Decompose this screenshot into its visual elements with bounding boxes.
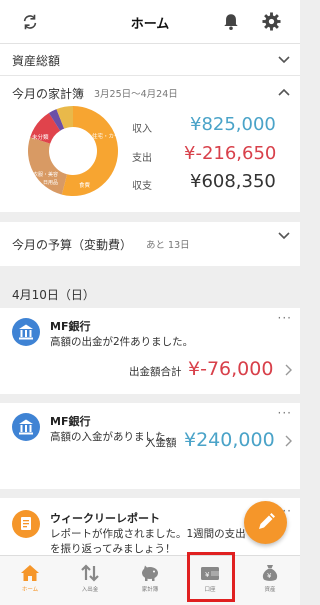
income-label: 収入 xyxy=(132,124,152,135)
donut-label-housing: 住宅・カー xyxy=(92,134,120,140)
home-icon xyxy=(21,565,39,581)
card-message-line2: を振り返ってみましょう！ xyxy=(50,543,176,555)
expense-donut-chart[interactable] xyxy=(26,104,120,198)
balance-label: 収支 xyxy=(132,181,152,192)
income-value: ¥825,000 xyxy=(190,114,276,135)
card-message: 高額の出金が2件ありました。 xyxy=(50,336,194,348)
card-message-line1: レポートが作成されました。1週間の支出 xyxy=(50,528,246,540)
donut-label-unclassified: 未分類 xyxy=(32,135,49,141)
chevron-down-icon xyxy=(278,56,290,64)
chevron-up-icon xyxy=(278,88,290,96)
tab-label: ホーム xyxy=(21,587,39,593)
amount-label: 入金額 xyxy=(145,437,177,449)
assets-total-row[interactable]: 資産総額 xyxy=(0,44,300,76)
bank-icon xyxy=(12,413,40,441)
amount-value: ¥240,000 xyxy=(184,429,275,451)
pencil-icon xyxy=(259,513,275,529)
report-icon xyxy=(12,510,40,538)
notification-card[interactable]: MF銀行 高額の入金がありました。 ··· 入金額 ¥240,000 xyxy=(0,403,300,489)
gear-icon[interactable] xyxy=(262,12,281,31)
tab-label: 入出金 xyxy=(81,587,99,593)
transfer-icon xyxy=(81,564,99,582)
donut-label-clothing: 衣服・美容 xyxy=(33,172,59,178)
household-title: 今月の家計簿 xyxy=(12,87,85,101)
donut-label-food: 食費 xyxy=(79,183,91,189)
amount-value: ¥-76,000 xyxy=(188,358,274,380)
budget-row[interactable]: 今月の予算（変動費） あと 13日 xyxy=(0,222,300,266)
top-bar: ホーム xyxy=(0,0,300,44)
budget-title: 今月の予算（変動費） xyxy=(12,238,133,252)
bank-icon xyxy=(12,318,40,346)
expense-value: ¥-216,650 xyxy=(184,143,277,164)
piggy-bank-icon xyxy=(142,565,158,581)
chevron-down-icon xyxy=(278,232,290,240)
donut-label-daily: 日用品 xyxy=(43,180,59,186)
budget-remaining: あと 13日 xyxy=(146,240,190,251)
bell-icon[interactable] xyxy=(222,12,240,31)
more-menu-button[interactable]: ··· xyxy=(278,406,292,420)
tab-home[interactable]: ホーム xyxy=(0,556,60,605)
tab-assets[interactable]: ¥ 資産 xyxy=(240,556,300,605)
household-card[interactable]: 今月の家計簿 3月25日〜4月24日 未分類 住宅・カー 食費 衣服・美容 日用… xyxy=(0,76,300,212)
page-title: ホーム xyxy=(130,17,170,32)
chevron-right-icon xyxy=(285,364,292,376)
notification-card[interactable]: MF銀行 高額の出金が2件ありました。 ··· 出金額合計 ¥-76,000 xyxy=(0,308,300,394)
tab-label: 資産 xyxy=(264,587,276,593)
tab-household[interactable]: 家計簿 xyxy=(120,556,180,605)
tab-transactions[interactable]: 入出金 xyxy=(60,556,120,605)
svg-text:¥: ¥ xyxy=(267,572,272,580)
chevron-right-icon xyxy=(285,435,292,447)
balance-value: ¥608,350 xyxy=(190,171,276,192)
card-title: MF銀行 xyxy=(50,415,91,428)
date-header: 4月10日（日） xyxy=(12,288,95,302)
highlight-box xyxy=(187,552,235,602)
bottom-tab-bar: ホーム 入出金 家計簿 ¥ 口座 ¥ 資産 xyxy=(0,555,300,605)
assets-total-label: 資産総額 xyxy=(12,54,61,68)
edit-fab-button[interactable] xyxy=(244,501,287,544)
card-title: MF銀行 xyxy=(50,320,91,333)
amount-label: 出金額合計 xyxy=(129,366,182,378)
card-title: ウィークリーレポート xyxy=(50,512,160,525)
money-bag-icon: ¥ xyxy=(262,565,278,581)
more-menu-button[interactable]: ··· xyxy=(278,311,292,325)
expense-label: 支出 xyxy=(132,153,152,164)
household-range: 3月25日〜4月24日 xyxy=(94,89,178,100)
tab-label: 家計簿 xyxy=(141,587,159,593)
